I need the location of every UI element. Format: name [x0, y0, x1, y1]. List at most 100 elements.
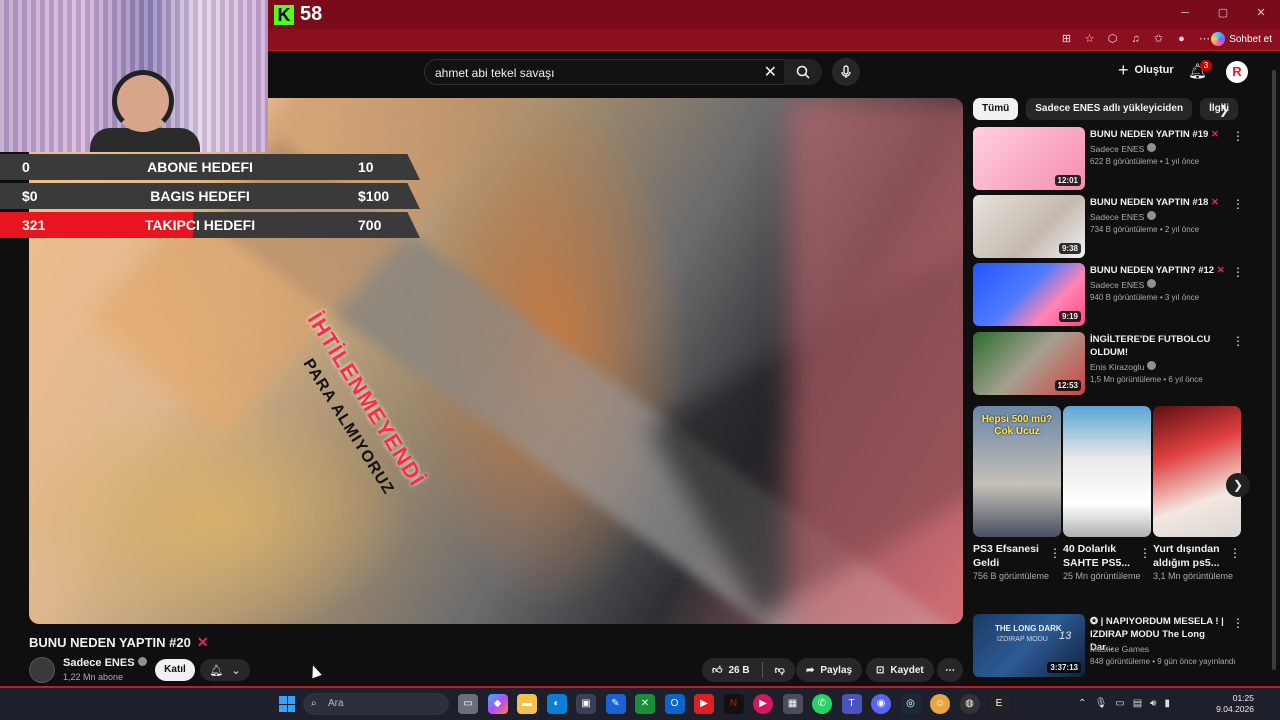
- taskbar-apps: ▭ ◆ ▬ ◐ ▣ ✎ ✕ O ▶ N ▶ ▦ ✆ T ◉ ◎ ☺ ◍ E: [458, 694, 1009, 714]
- recommendation-channel[interactable]: Enis Kirazoglu: [1090, 361, 1157, 372]
- share-button[interactable]: ➦ Paylaş: [796, 658, 863, 682]
- video-thumbnail[interactable]: 12:53: [973, 332, 1085, 395]
- shorts-shelf: Hepsi 500 mü? Çok Ucuz PS3 Efsanesi Geld…: [973, 406, 1263, 602]
- thumbs-down-icon[interactable]: 👎︎: [775, 664, 785, 676]
- split-screen-icon[interactable]: ⊞: [1059, 32, 1074, 47]
- more-actions-button[interactable]: ⋯: [937, 658, 963, 682]
- join-button[interactable]: Katıl: [155, 659, 195, 681]
- taskbar-search[interactable]: Ara: [303, 693, 449, 715]
- task-view-icon[interactable]: ▭: [458, 694, 478, 714]
- system-tray: ⌃ 🎙︎ ▭ ▤ 🔊︎ ▮: [1078, 698, 1170, 709]
- create-button[interactable]: + Oluştur: [1118, 61, 1174, 79]
- extension-icon[interactable]: ⬡: [1105, 32, 1120, 47]
- windows-start-icon[interactable]: [279, 696, 295, 712]
- channel-avatar[interactable]: [29, 657, 55, 683]
- short-title[interactable]: PS3 Efsanesi Geldi: [973, 542, 1049, 570]
- network-icon[interactable]: ▤: [1133, 698, 1142, 709]
- teams-icon[interactable]: T: [841, 694, 862, 714]
- copilot-app-icon[interactable]: ◆: [487, 694, 508, 714]
- short-item[interactable]: Yurt dışından aldığım ps5... 3,1 Mn görü…: [1153, 406, 1241, 583]
- microphone-icon[interactable]: 🎙︎: [1095, 698, 1108, 709]
- recommendation-item[interactable]: 9:38 BUNU NEDEN YAPTIN #18 ✕ Sadece ENES…: [973, 195, 1263, 259]
- game-launcher-icon[interactable]: ☺: [930, 694, 950, 714]
- recommendation-item[interactable]: 12:01 BUNU NEDEN YAPTIN #19 ✕ Sadece ENE…: [973, 127, 1263, 191]
- chevron-up-icon[interactable]: ⌃: [1078, 698, 1086, 709]
- more-vertical-icon[interactable]: ⋮: [1139, 546, 1151, 560]
- recommendation-channel[interactable]: Sadece ENES: [1090, 279, 1157, 290]
- chip-all[interactable]: Tümü: [973, 98, 1019, 120]
- file-explorer-icon[interactable]: ▬: [517, 694, 537, 714]
- recommendation-title[interactable]: BUNU NEDEN YAPTIN #18 ✕: [1090, 196, 1230, 209]
- video-thumbnail[interactable]: 9:19: [973, 263, 1085, 326]
- photos-icon[interactable]: ▦: [782, 694, 803, 714]
- channel-name[interactable]: Sadece ENES: [63, 657, 147, 669]
- recommendation-title[interactable]: BUNU NEDEN YAPTIN #19 ✕: [1090, 128, 1230, 141]
- page-scrollbar[interactable]: [1272, 70, 1276, 670]
- clear-search-icon[interactable]: ✕: [764, 62, 777, 82]
- subscription-bell-button[interactable]: 🔔︎ ⌄: [200, 659, 250, 681]
- xbox-icon[interactable]: ✕: [635, 694, 655, 714]
- taskbar-clock[interactable]: 01:25 9.04.2026: [1216, 693, 1254, 715]
- recommendation-item[interactable]: THE LONG DARK IZDIRAP MODU 13 3:37:13 ✪ …: [973, 614, 1263, 678]
- discord-icon[interactable]: ◉: [871, 694, 891, 714]
- short-title[interactable]: 40 Dolarlık SAHTE PS5...: [1063, 542, 1139, 570]
- short-title[interactable]: Yurt dışından aldığım ps5...: [1153, 542, 1229, 570]
- media-player-icon[interactable]: ▶: [753, 694, 773, 714]
- more-vertical-icon[interactable]: ⋮: [1232, 129, 1244, 143]
- youtube-icon[interactable]: ▶: [694, 694, 714, 714]
- steam-icon[interactable]: ◎: [900, 694, 921, 714]
- recommendation-title[interactable]: BUNU NEDEN YAPTIN? #12 ✕: [1090, 264, 1230, 277]
- cross-mark-icon: ✕: [196, 634, 209, 650]
- close-icon[interactable]: ✕: [1242, 0, 1280, 29]
- volume-icon[interactable]: 🔊︎: [1150, 698, 1156, 709]
- voice-search-button[interactable]: [832, 58, 860, 86]
- like-button[interactable]: 👍︎ 26 B 👎︎: [702, 658, 795, 682]
- more-vertical-icon[interactable]: ⋮: [1229, 546, 1241, 560]
- maximize-icon[interactable]: ▢: [1204, 0, 1242, 29]
- minimize-icon[interactable]: ─: [1166, 0, 1204, 29]
- profile-icon[interactable]: ●: [1174, 32, 1189, 47]
- more-vertical-icon[interactable]: ⋮: [1232, 616, 1244, 630]
- more-vertical-icon[interactable]: ⋮: [1232, 334, 1244, 348]
- whatsapp-icon[interactable]: ✆: [812, 694, 832, 714]
- short-item[interactable]: Hepsi 500 mü? Çok Ucuz PS3 Efsanesi Geld…: [973, 406, 1061, 583]
- short-thumbnail[interactable]: [1153, 406, 1241, 537]
- more-vertical-icon[interactable]: ⋮: [1049, 546, 1061, 560]
- obs-icon[interactable]: ◍: [959, 694, 980, 714]
- netflix-icon[interactable]: N: [723, 694, 744, 714]
- video-thumbnail[interactable]: THE LONG DARK IZDIRAP MODU 13 3:37:13: [973, 614, 1085, 677]
- recommendation-channel[interactable]: Mustice Games: [1090, 644, 1149, 654]
- whiteboard-icon[interactable]: ✎: [605, 694, 626, 714]
- short-item[interactable]: 40 Dolarlık SAHTE PS5... 25 Mn görüntüle…: [1063, 406, 1151, 583]
- save-button[interactable]: ⊡ Kaydet: [866, 658, 934, 682]
- copilot-button[interactable]: Sohbet et: [1211, 32, 1272, 46]
- short-thumbnail[interactable]: Hepsi 500 mü? Çok Ucuz: [973, 406, 1061, 537]
- epic-games-icon[interactable]: E: [989, 694, 1009, 714]
- more-vertical-icon[interactable]: ⋮: [1232, 197, 1244, 211]
- favorite-star-icon[interactable]: ☆: [1082, 32, 1097, 47]
- battery-icon[interactable]: ▮: [1164, 698, 1170, 709]
- chevron-right-icon[interactable]: ❯: [1219, 103, 1229, 117]
- favorites-icon[interactable]: ✩: [1151, 32, 1166, 47]
- chip-uploader[interactable]: Sadece ENES adlı yükleyiciden: [1026, 98, 1193, 120]
- account-avatar[interactable]: R: [1226, 61, 1248, 83]
- media-icon[interactable]: ♫: [1128, 32, 1143, 47]
- video-thumbnail[interactable]: 12:01: [973, 127, 1085, 190]
- goal-name: TAKIPCI HEDEFI: [144, 217, 256, 233]
- search-button[interactable]: [784, 59, 822, 85]
- outlook-icon[interactable]: O: [664, 694, 685, 714]
- recommendation-title[interactable]: İNGİLTERE'DE FUTBOLCU OLDUM!: [1090, 333, 1230, 359]
- recommendation-channel[interactable]: Sadece ENES: [1090, 143, 1157, 154]
- media-icon[interactable]: ▭: [1115, 698, 1124, 709]
- more-options-icon[interactable]: ⋯: [1197, 32, 1212, 47]
- recommendation-item[interactable]: 12:53 İNGİLTERE'DE FUTBOLCU OLDUM! Enis …: [973, 332, 1263, 396]
- recommendation-channel[interactable]: Sadece ENES: [1090, 211, 1157, 222]
- search-input[interactable]: ahmet abi tekel savaşı ✕: [424, 59, 790, 85]
- short-thumbnail[interactable]: [1063, 406, 1151, 537]
- store-icon[interactable]: ▣: [576, 694, 596, 714]
- recommendation-item[interactable]: 9:19 BUNU NEDEN YAPTIN? #12 ✕ Sadece ENE…: [973, 263, 1263, 327]
- edge-browser-icon[interactable]: ◐: [546, 694, 567, 714]
- shorts-next-button[interactable]: ❯: [1226, 473, 1250, 497]
- more-vertical-icon[interactable]: ⋮: [1232, 265, 1244, 279]
- video-thumbnail[interactable]: 9:38: [973, 195, 1085, 258]
